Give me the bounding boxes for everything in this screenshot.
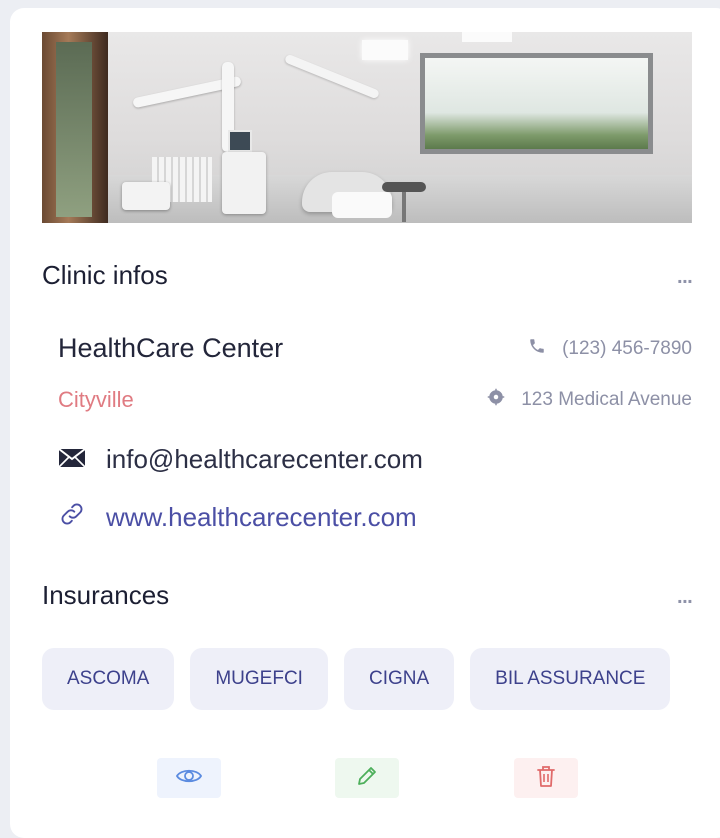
website-row[interactable]: www.healthcarecenter.com: [58, 500, 417, 535]
photo-stool: [382, 182, 426, 192]
clinic-name: HealthCare Center: [58, 333, 284, 363]
insurances-more-icon[interactable]: ···: [677, 592, 693, 611]
clinic-card: Clinic infos ··· HealthCare Center (123)…: [10, 8, 720, 838]
location-icon: [487, 388, 505, 412]
clinic-infos-title: Clinic infos: [42, 260, 168, 290]
eye-icon: [175, 767, 203, 790]
card-actions: [157, 758, 578, 798]
photo-door-glass: [56, 42, 92, 217]
photo-window: [420, 53, 653, 154]
clinic-city: Cityville: [58, 387, 134, 412]
photo-dental-unit: [222, 152, 266, 214]
address-row: 123 Medical Avenue: [487, 388, 692, 412]
insurance-chip[interactable]: ASCOMA: [42, 648, 175, 710]
insurances-title: Insurances: [42, 580, 170, 610]
photo-door: [42, 32, 108, 223]
link-icon: [58, 500, 86, 535]
phone-number: (123) 456-7890: [562, 338, 692, 359]
photo-tray: [122, 182, 170, 210]
photo-stool-leg: [402, 192, 406, 222]
view-button[interactable]: [157, 758, 221, 798]
clinic-more-icon[interactable]: ···: [677, 272, 693, 291]
clinic-address: 123 Medical Avenue: [521, 389, 692, 410]
photo-dental-arm: [283, 53, 381, 100]
photo-ceiling-lamp: [462, 32, 512, 42]
clinic-website-link[interactable]: www.healthcarecenter.com: [106, 502, 417, 533]
insurance-chip[interactable]: BIL ASSURANCE: [470, 648, 671, 710]
insurance-chip[interactable]: MUGEFCI: [190, 648, 328, 710]
pencil-icon: [355, 764, 379, 793]
phone-row[interactable]: (123) 456-7890: [528, 337, 692, 361]
photo-ceiling-lamp: [362, 40, 408, 60]
email-row[interactable]: info@healthcarecenter.com: [58, 444, 423, 475]
insurance-chip[interactable]: CIGNA: [343, 648, 455, 710]
delete-button[interactable]: [514, 758, 578, 798]
clinic-photo: [42, 32, 692, 223]
envelope-icon: [58, 444, 86, 475]
photo-monitor: [228, 130, 252, 152]
edit-button[interactable]: [335, 758, 399, 798]
insurance-chip-list: ASCOMA MUGEFCI CIGNA BIL ASSURANCE: [42, 648, 671, 710]
phone-icon: [528, 337, 546, 361]
trash-icon: [535, 764, 557, 793]
photo-chair-base: [332, 192, 392, 218]
clinic-email: info@healthcarecenter.com: [106, 444, 423, 474]
